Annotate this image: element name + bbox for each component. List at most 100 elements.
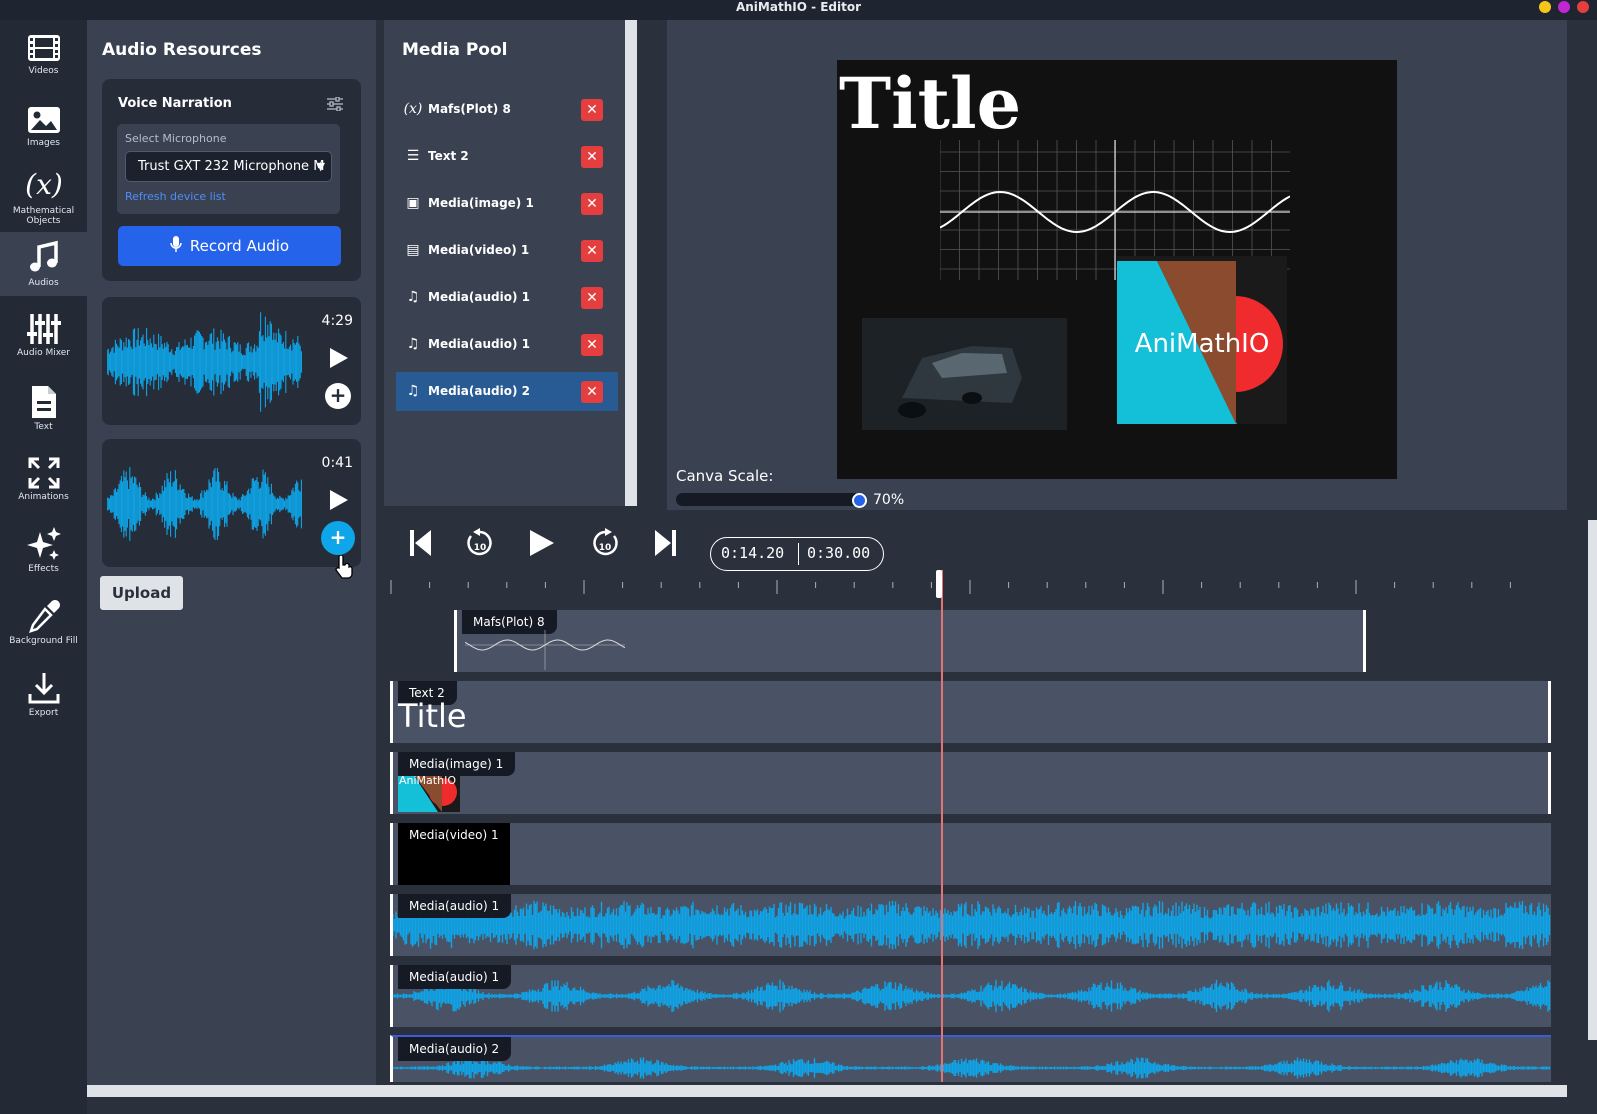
microphone-select-value: Trust GXT 232 Microphone M [138, 159, 325, 174]
timecode-separator [798, 543, 799, 565]
music-note-icon [29, 240, 58, 272]
mixer-sliders-icon [26, 314, 61, 344]
track-label: Media(audio) 1 [398, 894, 512, 918]
timeline-track-image[interactable]: AniMathIO Media(image) 1 [390, 752, 1551, 814]
delete-button[interactable]: ✕ [581, 146, 603, 168]
timeline-vertical-scrollbar[interactable] [1588, 520, 1597, 1040]
cursor-hand-icon [335, 555, 353, 579]
sidebar-item-animations[interactable]: Animations [0, 456, 87, 516]
delete-button[interactable]: ✕ [581, 99, 603, 121]
timeline-track-video[interactable]: Media(video) 1 [390, 823, 1551, 885]
record-audio-button[interactable]: Record Audio [118, 226, 341, 266]
canvas-logo-image[interactable]: AniMathIO [1117, 256, 1287, 424]
forward-10-icon[interactable]: 10 [590, 527, 620, 559]
media-pool-item[interactable]: ☰ Text 2 ✕ [396, 137, 618, 176]
editor-canvas[interactable]: Title AniMathIO [837, 60, 1397, 479]
sidebar-item-text[interactable]: Text [0, 384, 87, 444]
sidebar-item-images[interactable]: Images [0, 104, 87, 164]
add-to-timeline-button[interactable]: + [325, 383, 351, 409]
refresh-device-link[interactable]: Refresh device list [125, 190, 226, 203]
sidebar-item-videos[interactable]: Videos [0, 32, 87, 92]
upload-button[interactable]: Upload [100, 576, 183, 610]
tool-sidebar: Videos Images (x) Mathematical Objects A… [0, 20, 87, 1114]
timeline-track-text[interactable]: Text 2 Title [390, 681, 1551, 743]
media-pool-item[interactable]: ♫ Media(audio) 1 ✕ [396, 278, 618, 317]
close-button[interactable] [1577, 1, 1589, 13]
audio-duration: 4:29 [321, 313, 353, 329]
function-icon: (x) [25, 168, 63, 201]
window-titlebar: AniMathIO - Editor [0, 0, 1597, 20]
panel-title: Audio Resources [102, 40, 262, 60]
minimize-button[interactable] [1539, 1, 1551, 13]
microphone-icon [170, 236, 182, 252]
track-label: Media(audio) 2 [398, 1037, 512, 1061]
delete-button[interactable]: ✕ [581, 334, 603, 356]
maximize-button[interactable] [1558, 1, 1570, 13]
play-icon[interactable] [528, 528, 556, 558]
canvas-logo-text: AniMathIO [1135, 329, 1270, 359]
skip-to-end-icon[interactable] [653, 528, 677, 558]
media-pool-item-selected[interactable]: ♫ Media(audio) 2 ✕ [396, 372, 618, 411]
microphone-select[interactable]: Trust GXT 232 Microphone M ▼ [125, 151, 332, 182]
film-icon: ▤ [406, 242, 420, 258]
svg-text:(x): (x) [25, 168, 63, 201]
media-pool-item-name: Media(video) 1 [428, 243, 530, 257]
media-pool-item[interactable]: (x) Mafs(Plot) 8 ✕ [396, 90, 618, 129]
sidebar-item-mathematical-objects[interactable]: (x) Mathematical Objects [0, 166, 87, 230]
sidebar-item-effects[interactable]: Effects [0, 526, 87, 586]
canvas-scale-slider-handle[interactable] [852, 493, 867, 508]
sidebar-item-background-fill[interactable]: Background Fill [0, 598, 87, 658]
sidebar-item-audio-mixer[interactable]: Audio Mixer [0, 312, 87, 372]
play-icon[interactable] [329, 347, 349, 369]
window-controls [1539, 1, 1589, 13]
download-icon [28, 673, 59, 704]
media-pool-item-name: Text 2 [428, 149, 469, 163]
media-pool-item-name: Media(image) 1 [428, 196, 534, 210]
play-icon[interactable] [329, 489, 349, 511]
sidebar-label: Animations [18, 492, 69, 502]
expand-arrows-icon [28, 457, 59, 489]
timeline-track-audio[interactable]: Media(audio) 1 [390, 965, 1551, 1027]
panel-title: Media Pool [402, 40, 508, 60]
canvas-scale-slider[interactable] [676, 493, 860, 506]
canvas-title-text[interactable]: Title [839, 62, 1021, 145]
track-label: Media(image) 1 [398, 752, 516, 776]
media-pool-item-name: Media(audio) 2 [428, 384, 530, 398]
playhead-handle[interactable] [936, 570, 942, 598]
horizontal-scrollbar[interactable] [87, 1085, 1567, 1097]
timeline-track-audio[interactable]: Media(audio) 1 [390, 894, 1551, 956]
skip-to-start-icon[interactable] [409, 528, 433, 558]
delete-button[interactable]: ✕ [581, 287, 603, 309]
sidebar-label: Export [28, 708, 59, 718]
music-note-icon: ♫ [406, 336, 420, 352]
sidebar-label: Background Fill [9, 636, 78, 646]
media-pool-item[interactable]: ▣ Media(image) 1 ✕ [396, 184, 618, 223]
microphone-section: Select Microphone Trust GXT 232 Micropho… [117, 124, 340, 214]
media-pool-item[interactable]: ♫ Media(audio) 1 ✕ [396, 325, 618, 364]
voice-narration-card: Voice Narration Select Microphone Trust … [102, 79, 361, 281]
rewind-10-icon[interactable]: 10 [465, 527, 495, 559]
audio-waveform [107, 467, 302, 541]
add-to-timeline-button[interactable]: + [325, 525, 351, 551]
canvas-video-frame[interactable] [862, 318, 1067, 430]
audio-clip-card: 4:29 + [102, 297, 361, 425]
delete-button[interactable]: ✕ [581, 381, 603, 403]
record-audio-label: Record Audio [189, 237, 290, 255]
settings-sliders-icon[interactable] [327, 97, 343, 111]
sidebar-item-export[interactable]: Export [0, 670, 87, 730]
sidebar-item-audios[interactable]: Audios [0, 232, 87, 296]
delete-button[interactable]: ✕ [581, 193, 603, 215]
playhead-line[interactable] [941, 570, 943, 1082]
sidebar-label: Audio Mixer [17, 348, 70, 358]
timeline-ruler[interactable] [387, 576, 1588, 600]
media-pool-item-name: Mafs(Plot) 8 [428, 102, 511, 116]
track-audio-waveform [393, 1057, 1551, 1079]
media-pool-item[interactable]: ▤ Media(video) 1 ✕ [396, 231, 618, 270]
timeline-track-audio-selected[interactable]: Media(audio) 2 [390, 1035, 1551, 1082]
music-note-icon: ♫ [406, 289, 420, 305]
image-icon [27, 107, 60, 133]
timeline-track-plot[interactable]: Mafs(Plot) 8 [454, 610, 1366, 672]
canvas-scale-value: 70% [873, 492, 905, 508]
delete-button[interactable]: ✕ [581, 240, 603, 262]
media-pool-scrollbar[interactable] [625, 20, 637, 506]
